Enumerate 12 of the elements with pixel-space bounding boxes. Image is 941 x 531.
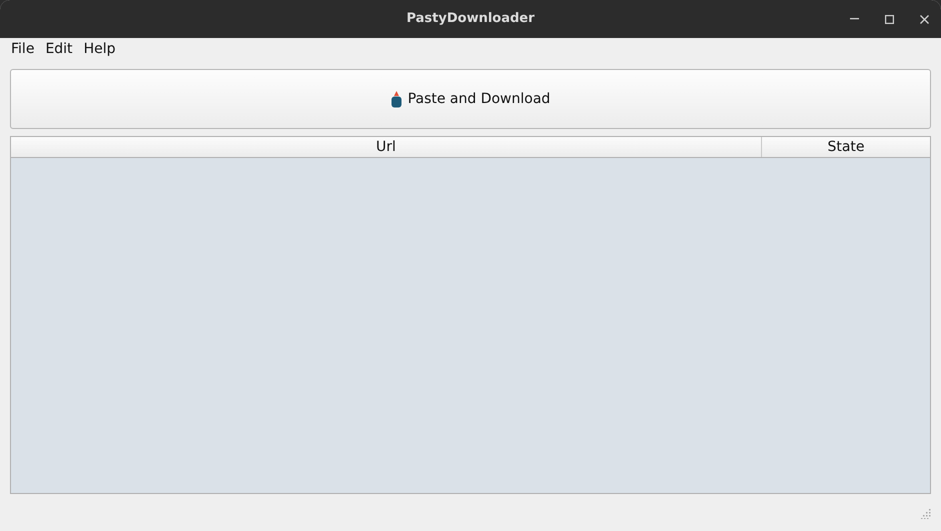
menu-item[interactable]: Help: [78, 38, 120, 60]
column-header[interactable]: Url: [11, 137, 762, 157]
window-title: PastyDownloader: [406, 10, 535, 28]
close-icon[interactable]: [920, 14, 929, 24]
resize-grip-icon[interactable]: [921, 509, 931, 519]
maximize-icon[interactable]: [885, 14, 894, 24]
bottle-icon: [390, 90, 402, 108]
minimize-icon[interactable]: [850, 18, 859, 20]
menu-item[interactable]: Edit: [40, 38, 78, 60]
column-header[interactable]: State: [762, 137, 930, 157]
menu-item[interactable]: File: [6, 38, 40, 60]
paste-download-button[interactable]: Paste and Download: [10, 69, 931, 129]
